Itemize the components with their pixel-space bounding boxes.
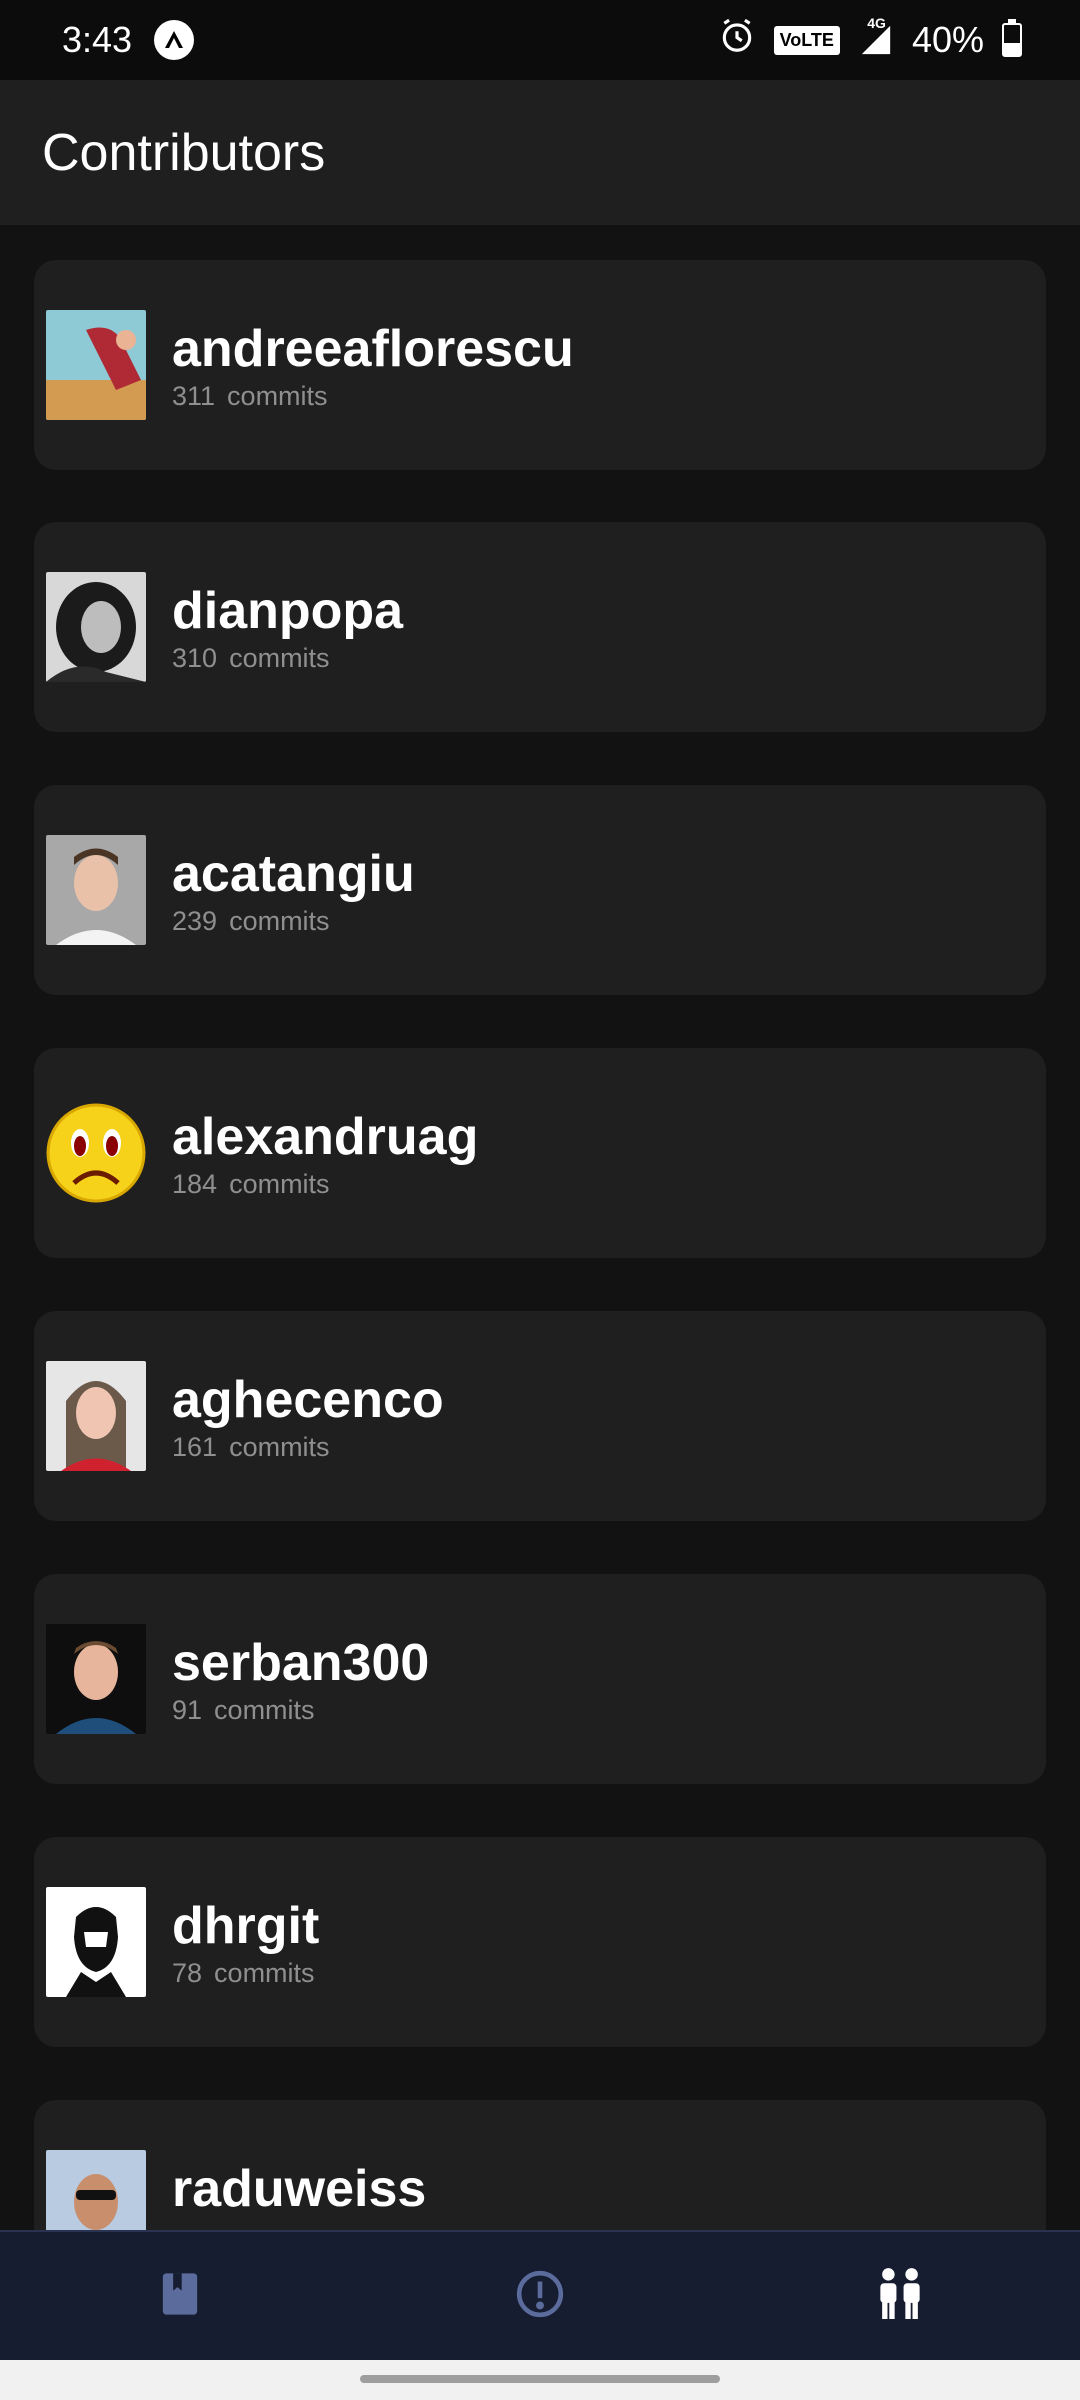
- home-gesture-bar[interactable]: [360, 2375, 720, 2383]
- commit-count-value: 310: [172, 642, 218, 673]
- contributor-card[interactable]: dianpopa 310 commits: [34, 522, 1046, 732]
- alarm-icon: [718, 17, 756, 64]
- commit-count-value: 78: [172, 1957, 203, 1988]
- contributor-card[interactable]: andreeaflorescu 311 commits: [34, 260, 1046, 470]
- volte-badge: VoLTE: [773, 25, 840, 55]
- commit-count-label: commits: [229, 905, 330, 936]
- commit-count: 239 commits: [172, 906, 415, 937]
- contributor-list[interactable]: andreeaflorescu 311 commits dianpopa 310 c…: [0, 225, 1080, 2230]
- contributor-username: raduweiss: [172, 2159, 427, 2218]
- avatar: [46, 572, 146, 682]
- status-bar: 3:43 VoLTE 4G 40%: [0, 0, 1080, 80]
- avatar: [46, 1098, 146, 1208]
- commit-count: 311 commits: [172, 381, 574, 412]
- contributor-username: dhrgit: [172, 1896, 320, 1955]
- avatar: [46, 1624, 146, 1734]
- commit-count-label: commits: [229, 1431, 330, 1462]
- page-title: Contributors: [42, 123, 326, 182]
- commit-count-value: 239: [172, 905, 218, 936]
- issues-icon: [515, 2269, 565, 2324]
- avatar: [46, 2150, 146, 2230]
- commit-count-label: commits: [229, 642, 330, 673]
- book-icon: [159, 2270, 201, 2323]
- battery-percent: 40%: [911, 19, 984, 60]
- commit-count: 184 commits: [172, 1169, 478, 1200]
- contributor-username: serban300: [172, 1633, 430, 1692]
- contributor-username: andreeaflorescu: [172, 319, 574, 378]
- contributor-username: dianpopa: [172, 581, 404, 640]
- commit-count: 161 commits: [172, 1432, 444, 1463]
- gesture-area: [0, 2360, 1080, 2400]
- contributors-icon: [875, 2267, 925, 2326]
- contributor-card[interactable]: alexandruag 184 commits: [34, 1048, 1046, 1258]
- commit-count-label: commits: [214, 1694, 315, 1725]
- avatar: [46, 1887, 146, 1997]
- status-time: 3:43: [62, 19, 133, 60]
- contributor-card[interactable]: dhrgit 78 commits: [34, 1837, 1046, 2047]
- nav-item-issues[interactable]: [360, 2232, 720, 2360]
- contributor-card[interactable]: acatangiu 239 commits: [34, 785, 1046, 995]
- commit-count-label: commits: [229, 1168, 330, 1199]
- commit-count-value: 161: [172, 1431, 218, 1462]
- nav-item-contributors[interactable]: [720, 2232, 1080, 2360]
- bottom-navigation: [0, 2230, 1080, 2360]
- contributor-card[interactable]: raduweiss: [34, 2100, 1046, 2230]
- app-notification-icon: [154, 20, 195, 60]
- commit-count-value: 91: [172, 1694, 203, 1725]
- commit-count-label: commits: [214, 1957, 315, 1988]
- commit-count: 310 commits: [172, 643, 403, 674]
- commit-count-value: 311: [172, 380, 216, 411]
- avatar: [46, 1361, 146, 1471]
- contributor-username: acatangiu: [172, 844, 415, 903]
- contributor-card[interactable]: aghecenco 161 commits: [34, 1311, 1046, 1521]
- commit-count: 91 commits: [172, 1695, 429, 1726]
- app-bar: Contributors: [0, 80, 1080, 225]
- commit-count: [172, 2221, 426, 2231]
- avatar: [46, 310, 146, 420]
- contributor-username: aghecenco: [172, 1370, 444, 1429]
- commit-count: 78 commits: [172, 1958, 319, 1989]
- commit-count-value: 184: [172, 1168, 218, 1199]
- contributor-card[interactable]: serban300 91 commits: [34, 1574, 1046, 1784]
- commit-count-label: commits: [227, 380, 328, 411]
- signal-icon: 4G: [858, 15, 894, 57]
- network-type: 4G: [867, 15, 886, 31]
- avatar: [46, 835, 146, 945]
- battery-icon: [1002, 19, 1022, 57]
- nav-item-docs[interactable]: [0, 2232, 360, 2360]
- contributor-username: alexandruag: [172, 1107, 479, 1166]
